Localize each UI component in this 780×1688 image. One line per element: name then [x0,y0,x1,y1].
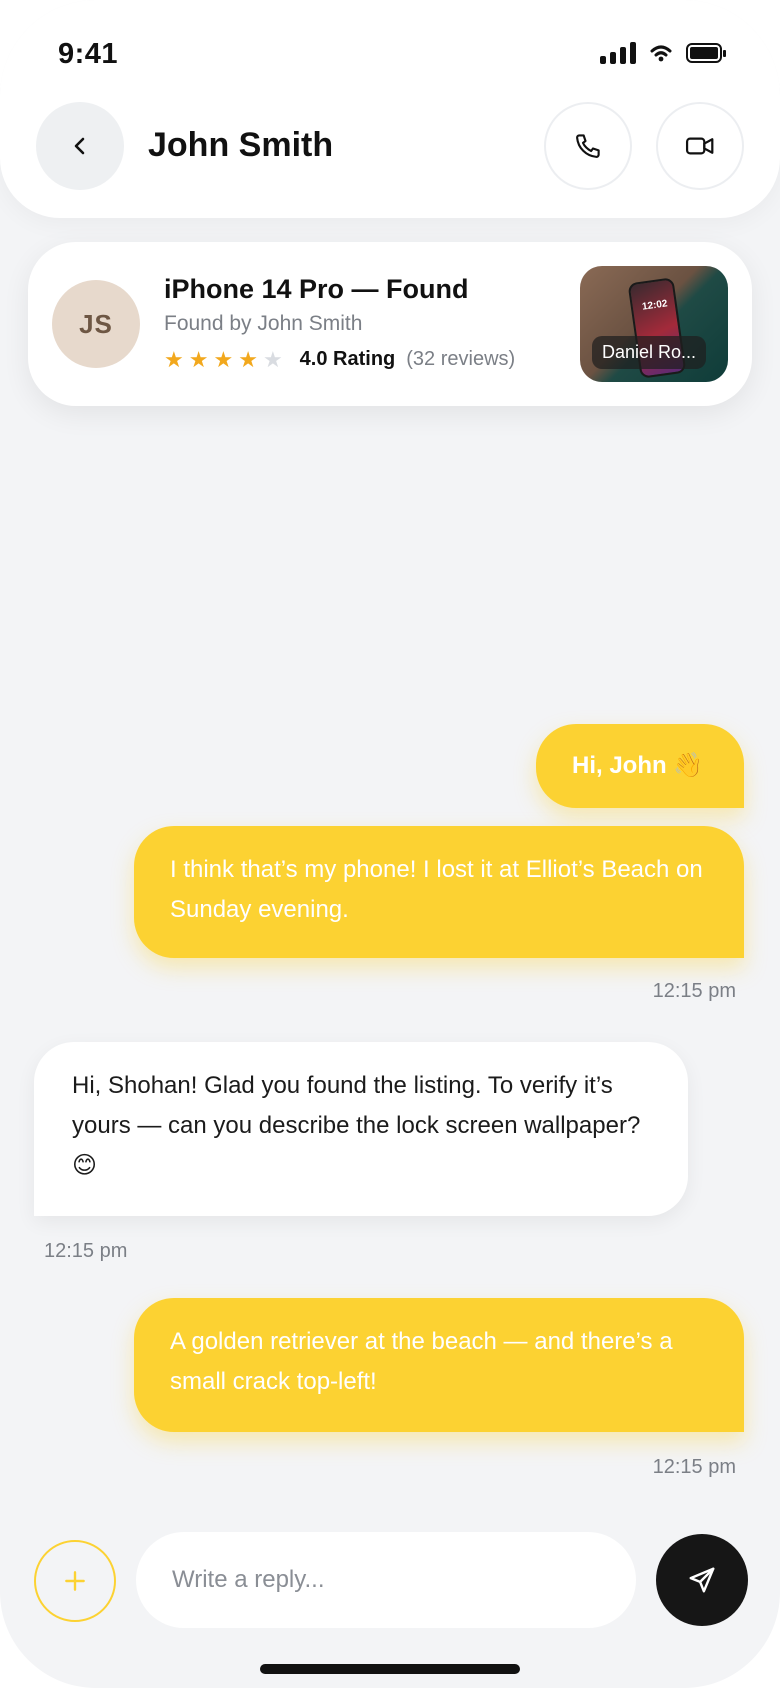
phone-screen: 9:41 John Smith JS iPhone 14 Pro — Found… [0,0,780,1688]
star-icon: ★ [213,346,234,372]
video-call-button[interactable] [656,102,744,190]
battery-icon [686,43,726,63]
message-bubble-outgoing: I think that’s my phone! I lost it at El… [134,826,744,958]
message-timestamp: 12:15 pm [44,1240,128,1262]
signal-icon [600,42,636,64]
reply-input[interactable] [136,1532,636,1628]
listing-subtitle: Found by John Smith [164,312,363,335]
add-attachment-button[interactable] [34,1540,116,1622]
video-camera-icon [685,137,714,155]
send-button[interactable] [656,1534,748,1626]
listing-title: iPhone 14 Pro — Found [164,274,469,304]
star-icon: ★ [188,346,209,372]
rating-text: 4.0 Rating [299,348,396,370]
chat-header: 9:41 John Smith [0,0,780,218]
message-timestamp: 12:15 pm [652,1456,736,1478]
call-button[interactable] [544,102,632,190]
wifi-icon [650,45,672,62]
home-indicator[interactable] [260,1664,520,1674]
phone-icon [576,134,600,158]
contact-name: John Smith [148,126,334,164]
plus-icon [65,1571,85,1591]
chevron-left-icon [74,137,85,155]
star-icon: ★ [262,346,283,372]
thumbnail-caption: Daniel Ro... [592,336,707,369]
listing-card[interactable]: JS iPhone 14 Pro — Found Found by John S… [28,242,752,406]
status-time: 9:41 [58,38,119,70]
send-icon [689,1567,715,1593]
reviews-count: (32 reviews) [406,348,516,370]
message-bubble-outgoing: Hi, John 👋 [536,724,744,808]
message-bubble-incoming: Hi, Shohan! Glad you found the listing. … [34,1042,688,1216]
avatar: JS [52,280,140,368]
back-button[interactable] [36,102,124,190]
star-icon: ★ [238,346,258,372]
message-bubble-outgoing: A golden retriever at the beach — and th… [134,1298,744,1432]
listing-thumbnail[interactable]: 12:02 Daniel Ro... [580,266,728,382]
star-icon: ★ [164,346,184,372]
message-timestamp: 12:15 pm [652,980,736,1002]
status-icons [600,42,726,64]
rating-row: ★ ★ ★ ★ ★ 4.0 Rating (32 reviews) [164,348,515,371]
